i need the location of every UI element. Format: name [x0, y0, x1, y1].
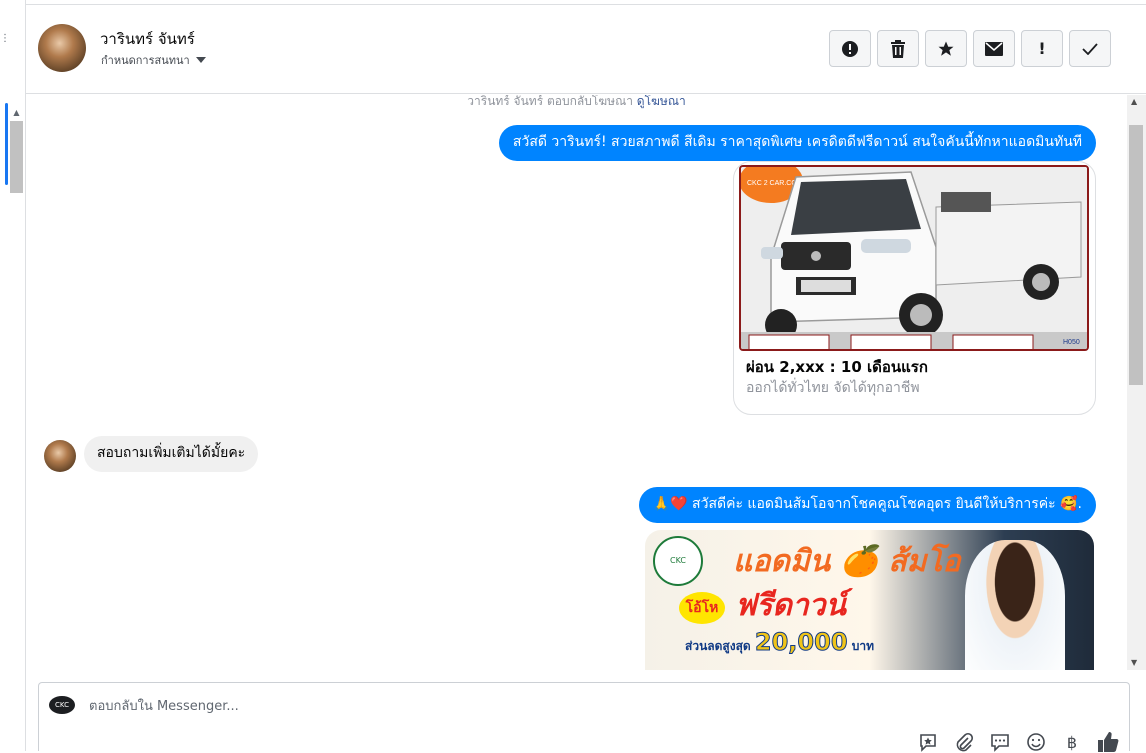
thread-scrollbar[interactable]: ▲ ▼	[1127, 95, 1146, 670]
more-icon[interactable]: ⋮	[0, 33, 10, 44]
baht-icon: ฿	[1066, 732, 1078, 752]
ad-card-title: ผ่อน 2,xxx : 10 เดือนแรก	[746, 358, 928, 376]
view-ad-link[interactable]: ดูโฆษณา	[637, 95, 686, 108]
admin-photo	[965, 540, 1065, 670]
promo-discount-amount: 20,000	[754, 628, 848, 657]
message-bubble-outgoing[interactable]: สวัสดี วารินทร์! สวยสภาพดี สีเดิม ราคาสุ…	[498, 125, 1096, 161]
promo-discount-suffix: บาท	[851, 639, 874, 653]
mark-done-button[interactable]	[1069, 30, 1111, 67]
pickup-truck-image: CKC 2 CAR.COM H050	[741, 167, 1087, 349]
ad-reply-text: วารินทร์ จันทร์ ตอบกลับโฆษณา	[467, 95, 633, 108]
scroll-down-arrow[interactable]: ▼	[1131, 658, 1137, 667]
chat-bubble-icon	[991, 734, 1009, 752]
promo-discount: ส่วนลดสูงสุด 20,000 บาท	[685, 628, 874, 657]
assign-label: กำหนดการสนทนา	[101, 54, 190, 67]
ad-card[interactable]: CKC 2 CAR.COM H050 ผ่อน 2,xxx: 10 เดือน…	[733, 161, 1096, 415]
assign-conversation-dropdown[interactable]: กำหนดการสนทนา	[101, 51, 206, 69]
trash-icon	[891, 39, 905, 58]
header-actions: !	[829, 30, 1111, 67]
composer-toolbar: ฿	[917, 731, 1119, 753]
promo-image[interactable]: CKC แอดมิน 🍊 ส้มโอ โอ้โห ฟรีดาวน์ ส่วนลด…	[645, 530, 1094, 670]
promo-title: แอดมิน 🍊 ส้มโอ	[733, 544, 961, 579]
reply-composer[interactable]: CKC ตอบกลับใน Messenger... ฿	[38, 682, 1130, 753]
promo-free-down: ฟรีดาวน์	[735, 588, 847, 623]
contact-name[interactable]: วารินทร์ จันทร์	[100, 27, 195, 51]
saved-reply-button[interactable]	[917, 731, 939, 753]
report-spam-button[interactable]	[829, 30, 871, 67]
thread-scrollbar-thumb[interactable]	[1129, 125, 1143, 385]
smiley-icon	[1027, 733, 1045, 751]
promo-badge: โอ้โห	[679, 592, 725, 624]
like-button[interactable]	[1097, 731, 1119, 753]
reply-input[interactable]: ตอบกลับใน Messenger...	[89, 695, 239, 716]
payment-button[interactable]: ฿	[1061, 731, 1083, 753]
left-scrollbar-thumb[interactable]	[10, 121, 23, 193]
message-bubble-incoming[interactable]: สอบถามเพิ่มเติมได้มั้ยคะ	[84, 436, 259, 472]
promo-discount-prefix: ส่วนลดสูงสุด	[685, 639, 751, 653]
paperclip-icon	[956, 732, 974, 752]
contact-avatar[interactable]	[38, 24, 86, 72]
scroll-up-arrow[interactable]: ▲	[1131, 97, 1137, 106]
saved-reply-icon	[920, 734, 936, 752]
star-button[interactable]	[925, 30, 967, 67]
left-scroll-up-arrow[interactable]: ▲	[10, 106, 23, 119]
alert-circle-icon	[842, 40, 858, 57]
message-bubble-outgoing[interactable]: 🙏❤️ สวัสดีค่ะ แอดมินส้มโอจากโชคคูณโชคอุด…	[638, 487, 1096, 523]
caret-down-icon	[195, 57, 206, 63]
thumbs-up-icon	[1098, 732, 1119, 752]
ad-car-image: CKC 2 CAR.COM H050	[739, 165, 1089, 351]
exclamation-icon: !	[1038, 39, 1046, 58]
quick-reply-button[interactable]	[989, 731, 1011, 753]
contact-avatar-small[interactable]	[44, 440, 76, 472]
page-avatar: CKC	[49, 696, 75, 714]
emoji-button[interactable]	[1025, 731, 1047, 753]
message-thread: วารินทร์ จันทร์ ตอบกลับโฆษณา ดูโฆษณา สวั…	[26, 95, 1127, 670]
left-panel-edge: ⋮ ▲	[0, 0, 26, 751]
star-icon	[938, 41, 954, 56]
mark-follow-up-button[interactable]: !	[1021, 30, 1063, 67]
company-logo: CKC	[653, 536, 703, 586]
conversation-header: วารินทร์ จันทร์ กำหนดการสนทนา !	[26, 4, 1146, 94]
delete-button[interactable]	[877, 30, 919, 67]
envelope-icon	[985, 41, 1003, 56]
active-indicator	[5, 103, 8, 185]
check-icon	[1082, 42, 1098, 55]
ad-image-code: H050	[1063, 339, 1080, 346]
mark-unread-button[interactable]	[973, 30, 1015, 67]
ad-card-subtitle: ออกได้ทั่วไทย จัดได้ทุกอาชีพ	[746, 380, 920, 396]
attach-button[interactable]	[953, 731, 975, 753]
ad-reply-notice: วารินทร์ จันทร์ ตอบกลับโฆษณา ดูโฆษณา	[26, 95, 1127, 111]
